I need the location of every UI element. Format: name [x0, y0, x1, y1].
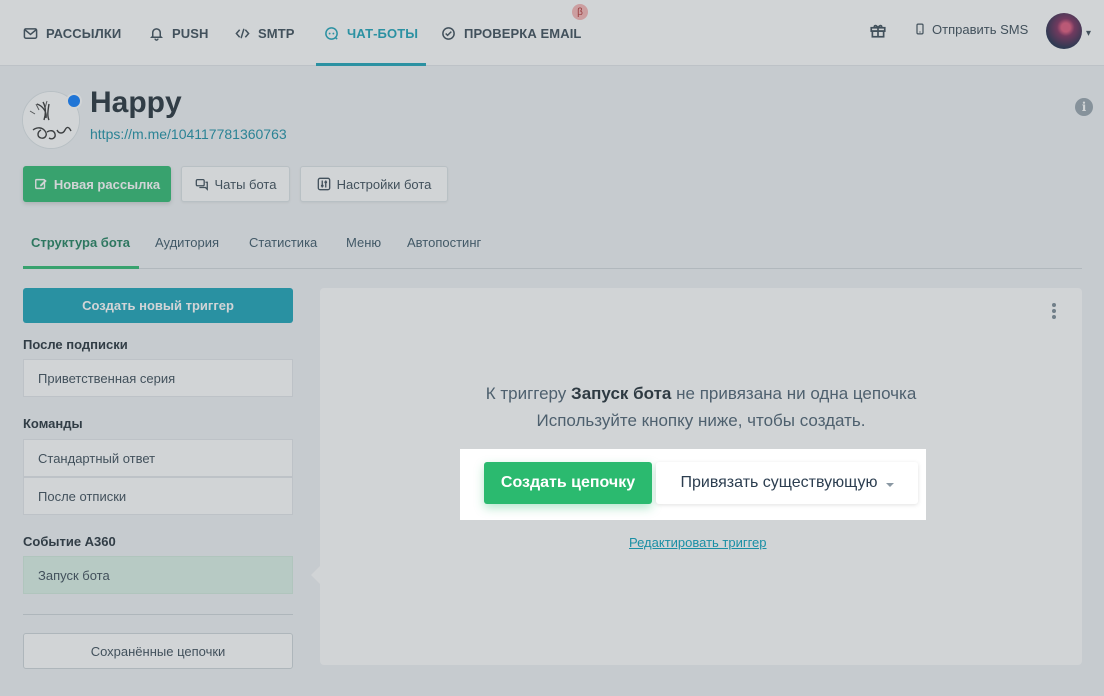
saved-chains-button[interactable]: Сохранённые цепочки: [23, 633, 293, 669]
nav-chatbots[interactable]: ЧАТ-БОТЫ: [315, 0, 427, 66]
user-avatar[interactable]: [1046, 13, 1082, 49]
empty-state-line2: Используйте кнопку ниже, чтобы создать.: [536, 411, 866, 430]
nav-smtp-label: SMTP: [258, 25, 295, 41]
envelope-icon: [23, 27, 38, 39]
phone-icon: [916, 23, 924, 35]
gift-icon[interactable]: [869, 21, 887, 39]
chevron-down-icon[interactable]: ▾: [1086, 28, 1091, 39]
bot-settings-button[interactable]: Настройки бота: [300, 166, 448, 202]
trigger-bot-start[interactable]: Запуск бота: [23, 556, 293, 594]
edit-trigger-link[interactable]: Редактировать триггер: [629, 535, 767, 550]
edit-icon: [34, 178, 47, 190]
more-options-icon[interactable]: [1050, 303, 1058, 319]
empty-suffix: не привязана ни одна цепочка: [676, 384, 917, 403]
trigger-name: Запуск бота: [571, 384, 672, 403]
bot-chats-label: Чаты бота: [214, 176, 277, 192]
bot-chats-button[interactable]: Чаты бота: [181, 166, 290, 202]
empty-prefix: К триггеру: [485, 384, 567, 403]
nav-email-check[interactable]: ПРОВЕРКА EMAIL: [441, 0, 581, 66]
trigger-default-reply[interactable]: Стандартный ответ: [23, 439, 293, 477]
group-heading-a360-event: Событие А360: [23, 534, 116, 549]
caret-down-icon: [885, 482, 894, 487]
tab-statistics[interactable]: Статистика: [249, 235, 317, 250]
nav-chatbots-label: ЧАТ-БОТЫ: [347, 25, 419, 41]
tabs-divider: [23, 268, 1082, 269]
create-trigger-button[interactable]: Создать новый триггер: [23, 288, 293, 323]
bell-icon: [150, 27, 163, 41]
empty-state-line1: К триггеру Запуск бота не привязана ни о…: [320, 384, 1082, 404]
group-heading-commands: Команды: [23, 416, 83, 431]
info-icon[interactable]: i: [1075, 98, 1093, 116]
new-campaign-button[interactable]: Новая рассылка: [23, 166, 171, 202]
new-campaign-label: Новая рассылка: [53, 176, 161, 192]
sidebar-divider: [23, 614, 293, 615]
trigger-after-unsubscribe[interactable]: После отписки: [23, 477, 293, 515]
nav-mailings[interactable]: РАССЫЛКИ: [23, 0, 121, 66]
active-tab-indicator: [23, 266, 139, 269]
chat-bot-icon: [325, 26, 338, 40]
tab-bot-structure[interactable]: Структура бота: [31, 235, 130, 250]
panel-pointer: [311, 566, 320, 584]
group-heading-after-subscribe: После подписки: [23, 337, 128, 352]
nav-push-label: PUSH: [172, 25, 209, 41]
bot-link[interactable]: https://m.me/104117781360763: [90, 126, 287, 142]
code-icon: [235, 28, 250, 38]
top-navigation: РАССЫЛКИ PUSH SMTP ЧАТ-БОТЫ ПРОВЕРКА EMA…: [0, 0, 1104, 66]
bind-existing-label: Привязать существующую: [680, 474, 878, 491]
nav-smtp[interactable]: SMTP: [235, 0, 295, 66]
nav-push[interactable]: PUSH: [149, 0, 209, 66]
chats-icon: [195, 178, 208, 191]
trigger-welcome-series[interactable]: Приветственная серия: [23, 359, 293, 397]
tab-autoposting[interactable]: Автопостинг: [407, 235, 481, 250]
beta-badge: β: [572, 4, 588, 20]
sliders-icon: [317, 177, 330, 191]
check-circle-icon: [442, 26, 455, 40]
send-sms-button[interactable]: Отправить SMS: [914, 0, 1028, 58]
bot-settings-label: Настройки бота: [336, 176, 432, 192]
tab-audience[interactable]: Аудитория: [155, 235, 219, 250]
bind-existing-dropdown[interactable]: Привязать существующую: [656, 462, 918, 504]
tab-menu[interactable]: Меню: [346, 235, 381, 250]
nav-mailings-label: РАССЫЛКИ: [46, 25, 122, 41]
send-sms-label: Отправить SMS: [932, 21, 1029, 37]
create-chain-button[interactable]: Создать цепочку: [484, 462, 652, 504]
messenger-icon: [66, 93, 82, 109]
nav-email-check-label: ПРОВЕРКА EMAIL: [464, 25, 582, 41]
bot-name: Happy: [90, 86, 182, 119]
